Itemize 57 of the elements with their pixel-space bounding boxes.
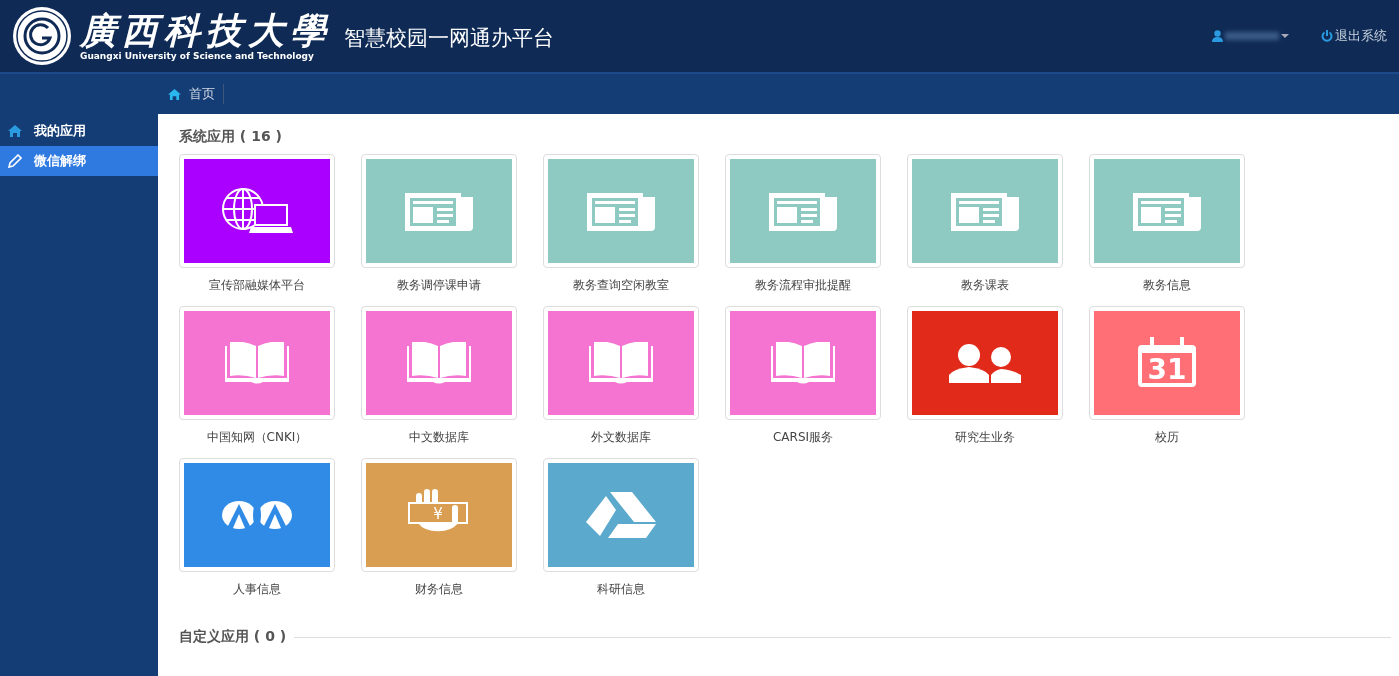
app-label: 财务信息 [415, 581, 463, 598]
triangle-logo-icon [586, 492, 656, 538]
app-label: 教务流程审批提醒 [755, 277, 851, 294]
power-icon[interactable] [1321, 30, 1333, 42]
app-label: 教务查询空闲教室 [573, 277, 669, 294]
section-title: 自定义应用 ( 0 ) [179, 628, 287, 646]
app-tile[interactable] [543, 458, 699, 572]
app-tile[interactable] [907, 154, 1063, 268]
university-name: 廣西科技大學 [80, 10, 332, 50]
book-icon [771, 342, 835, 384]
book-icon [589, 342, 653, 384]
app-label: 宣传部融媒体平台 [209, 277, 305, 294]
newspaper-icon [403, 191, 475, 231]
section-title: 系统应用 ( 16 ) [179, 128, 283, 146]
app-label: 中文数据库 [409, 429, 469, 446]
home-icon[interactable] [8, 125, 22, 137]
app-label: 教务调停课申请 [397, 277, 481, 294]
book-icon [225, 342, 289, 384]
sidebar-item[interactable]: 我的应用 [0, 116, 158, 146]
app-label: 科研信息 [597, 581, 645, 598]
app-label: 教务课表 [961, 277, 1009, 294]
user-icon [1212, 30, 1223, 42]
newspaper-icon [1131, 191, 1203, 231]
app-tile[interactable] [907, 306, 1063, 420]
caret-icon[interactable] [1281, 34, 1289, 38]
newspaper-icon [767, 191, 839, 231]
app-tile[interactable] [179, 154, 335, 268]
app-label: 外文数据库 [591, 429, 651, 446]
home-icon[interactable] [168, 88, 181, 100]
university-english-name: Guangxi University of Science and Technology [80, 50, 315, 62]
pencil-icon[interactable] [8, 154, 22, 168]
app-tile[interactable] [725, 306, 881, 420]
university-seal-icon [12, 6, 72, 66]
globe-laptop-icon [219, 187, 295, 235]
app-label: CARSI服务 [772, 429, 834, 446]
app-tile[interactable] [1089, 154, 1245, 268]
app-tile[interactable] [543, 154, 699, 268]
app-label: 教务信息 [1143, 277, 1191, 294]
newspaper-icon [949, 191, 1021, 231]
app-label: 中国知网（CNKI） [206, 429, 308, 446]
app-tile[interactable] [361, 306, 517, 420]
breadcrumb-home[interactable]: 首页 [168, 84, 224, 104]
logout-link[interactable]: 退出系统 [1321, 27, 1387, 45]
app-tile[interactable] [179, 306, 335, 420]
people-icon [949, 343, 1021, 383]
app-tile[interactable] [543, 306, 699, 420]
app-label: 校历 [1155, 429, 1179, 446]
book-icon [407, 342, 471, 384]
app-label: 研究生业务 [955, 429, 1015, 446]
app-tile[interactable] [361, 154, 517, 268]
app-tile[interactable] [725, 154, 881, 268]
app-label: 人事信息 [233, 581, 281, 598]
emblem-icon [221, 500, 293, 530]
app-tile[interactable] [179, 458, 335, 572]
platform-title: 智慧校园一网通办平台 [344, 25, 554, 52]
sidebar-item[interactable]: 微信解绑 [0, 146, 158, 176]
newspaper-icon [585, 191, 657, 231]
